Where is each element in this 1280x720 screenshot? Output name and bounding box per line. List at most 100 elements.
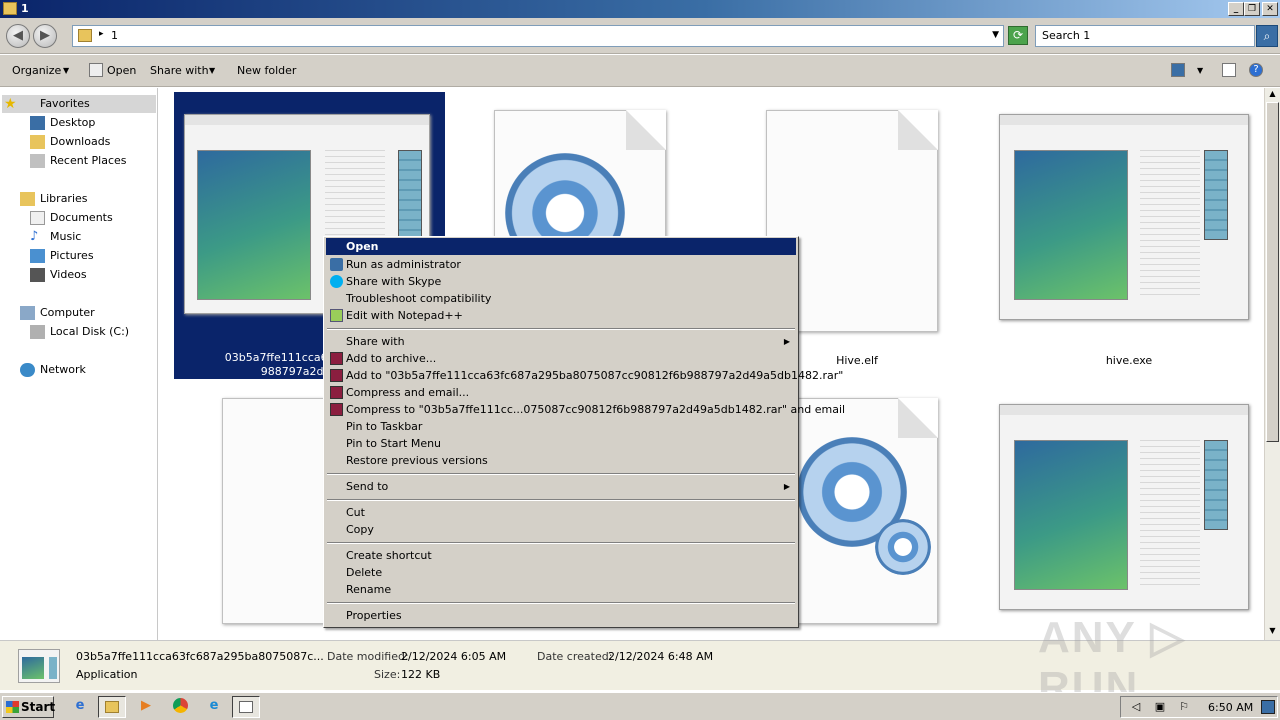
share-with-button[interactable]: Share with bbox=[150, 64, 209, 77]
menu-separator bbox=[327, 602, 795, 604]
menu-item-properties[interactable]: Properties bbox=[326, 607, 796, 624]
chrome-icon[interactable] bbox=[166, 696, 194, 718]
nav-label: Computer bbox=[40, 306, 95, 319]
preview-pane-icon[interactable] bbox=[1222, 63, 1236, 77]
new-folder-button[interactable]: New folder bbox=[237, 64, 296, 77]
back-button[interactable]: ◀ bbox=[6, 24, 30, 48]
refresh-icon[interactable]: ⟳ bbox=[1008, 26, 1028, 45]
chevron-right-icon[interactable]: ▸ bbox=[99, 29, 104, 39]
network-tray-icon[interactable]: ▣ bbox=[1153, 700, 1167, 714]
nav-label: Pictures bbox=[50, 249, 94, 262]
internet-explorer-icon[interactable]: e bbox=[66, 696, 94, 718]
system-tray: ◁ ▣ ⚐ bbox=[1120, 696, 1278, 718]
menu-item-delete[interactable]: Delete bbox=[326, 564, 796, 581]
nav-local-disk[interactable]: Local Disk (C:) bbox=[28, 323, 129, 341]
navigation-pane: ★ Favorites Desktop Downloads Recent Pla… bbox=[0, 88, 158, 640]
file-item[interactable] bbox=[994, 392, 1264, 640]
skype-icon bbox=[330, 275, 343, 288]
address-path: 1 bbox=[111, 29, 118, 42]
chevron-down-icon: ▼ bbox=[63, 66, 70, 75]
menu-item-add-to-rar[interactable]: Add to "03b5a7ffe111cca63fc687a295ba8075… bbox=[326, 367, 843, 384]
help-icon[interactable]: ? bbox=[1249, 63, 1263, 77]
detail-type: Application bbox=[76, 668, 138, 681]
menu-label: Create shortcut bbox=[346, 549, 432, 562]
application-window-icon bbox=[239, 700, 253, 713]
menu-item-compress-email[interactable]: Compress and email... bbox=[326, 384, 796, 401]
menu-item-run-as-admin[interactable]: Run as administrator bbox=[326, 256, 796, 273]
address-bar-row: ◀ ▶ ▸ 1 ▼ ⟳ Search 1 ⌕ bbox=[0, 18, 1280, 54]
file-item[interactable]: hive.exe bbox=[994, 92, 1264, 379]
context-menu: Open Run as administrator Share with Sky… bbox=[323, 236, 845, 628]
nav-libraries[interactable]: Libraries bbox=[18, 190, 88, 208]
nav-network[interactable]: Network bbox=[18, 361, 86, 379]
menu-separator bbox=[327, 328, 795, 330]
nav-label: Local Disk (C:) bbox=[50, 325, 130, 338]
address-field[interactable]: ▸ 1 ▼ bbox=[72, 25, 1004, 47]
menu-label: Pin to Start Menu bbox=[346, 437, 442, 450]
nav-favorites[interactable]: ★ Favorites bbox=[2, 95, 156, 113]
menu-label: Pin to Taskbar bbox=[346, 420, 423, 433]
chevron-down-icon[interactable]: ▼ bbox=[992, 30, 999, 40]
view-icon[interactable] bbox=[1171, 63, 1185, 77]
menu-item-notepad[interactable]: Edit with Notepad++ bbox=[326, 307, 796, 324]
downloads-folder-icon bbox=[30, 135, 45, 149]
scroll-up-icon[interactable]: ▲ bbox=[1266, 88, 1279, 101]
chevron-down-icon[interactable]: ▼ bbox=[1197, 66, 1203, 75]
taskbar: Start e ▶ e ◁ ▣ ⚐ 6:50 AM bbox=[0, 692, 1280, 720]
search-icon[interactable]: ⌕ bbox=[1256, 25, 1278, 47]
menu-label: Add to "03b5a7ffe111cca63fc687a295ba8075… bbox=[346, 369, 844, 382]
nav-videos[interactable]: Videos bbox=[28, 266, 87, 284]
folder-icon bbox=[105, 700, 119, 713]
organize-button[interactable]: Organize bbox=[12, 64, 61, 77]
network-icon bbox=[20, 363, 35, 377]
menu-item-cut[interactable]: Cut bbox=[326, 504, 796, 521]
media-player-icon[interactable]: ▶ bbox=[132, 696, 160, 718]
scrollbar-thumb[interactable] bbox=[1266, 102, 1279, 442]
menu-item-compress-to-rar-email[interactable]: Compress to "03b5a7ffe111cc...075087cc90… bbox=[326, 401, 845, 418]
menu-item-troubleshoot[interactable]: Troubleshoot compatibility bbox=[326, 290, 796, 307]
nav-recent-places[interactable]: Recent Places bbox=[28, 152, 127, 170]
nav-computer[interactable]: Computer bbox=[18, 304, 95, 322]
restore-button[interactable]: ❐ bbox=[1244, 2, 1260, 16]
title-bar: 1 _ ❐ ✕ bbox=[0, 0, 1280, 18]
open-icon bbox=[89, 63, 103, 77]
open-button[interactable]: Open bbox=[107, 64, 136, 77]
nav-music[interactable]: ♪ Music bbox=[28, 228, 81, 246]
show-desktop-icon[interactable] bbox=[1261, 700, 1275, 714]
search-input[interactable]: Search 1 bbox=[1035, 25, 1255, 47]
menu-item-add-archive[interactable]: Add to archive... bbox=[326, 350, 796, 367]
menu-item-restore-versions[interactable]: Restore previous versions bbox=[326, 452, 796, 469]
menu-item-open[interactable]: Open bbox=[326, 238, 796, 255]
menu-item-create-shortcut[interactable]: Create shortcut bbox=[326, 547, 796, 564]
menu-item-share-with[interactable]: Share with ▶ bbox=[326, 333, 796, 350]
menu-label: Restore previous versions bbox=[346, 454, 488, 467]
menu-item-rename[interactable]: Rename bbox=[326, 581, 796, 598]
menu-item-send-to[interactable]: Send to ▶ bbox=[326, 478, 796, 495]
edge-icon[interactable]: e bbox=[200, 696, 228, 718]
forward-button[interactable]: ▶ bbox=[33, 24, 57, 48]
vertical-scrollbar[interactable]: ▲ ▼ bbox=[1264, 88, 1280, 640]
close-button[interactable]: ✕ bbox=[1262, 2, 1278, 16]
folder-icon bbox=[78, 29, 92, 42]
menu-label: Compress and email... bbox=[346, 386, 470, 399]
app-taskbar-button[interactable] bbox=[232, 696, 260, 718]
menu-item-share-skype[interactable]: Share with Skype bbox=[326, 273, 796, 290]
nav-pictures[interactable]: Pictures bbox=[28, 247, 94, 265]
documents-icon bbox=[30, 211, 45, 225]
action-center-flag-icon[interactable]: ⚐ bbox=[1177, 700, 1191, 714]
volume-icon[interactable]: ◁ bbox=[1129, 700, 1143, 714]
menu-item-pin-taskbar[interactable]: Pin to Taskbar bbox=[326, 418, 796, 435]
windows-logo-icon bbox=[6, 701, 19, 713]
nav-label: Libraries bbox=[40, 192, 88, 205]
nav-documents[interactable]: Documents bbox=[28, 209, 113, 227]
nav-desktop[interactable]: Desktop bbox=[28, 114, 95, 132]
explorer-taskbar-button[interactable] bbox=[98, 696, 126, 718]
nav-label: Music bbox=[50, 230, 82, 243]
detail-date-modified: 2/12/2024 6:05 AM bbox=[401, 650, 507, 663]
start-button[interactable]: Start bbox=[2, 696, 55, 718]
minimize-button[interactable]: _ bbox=[1228, 2, 1244, 16]
nav-downloads[interactable]: Downloads bbox=[28, 133, 110, 151]
menu-label: Copy bbox=[346, 523, 374, 536]
menu-item-copy[interactable]: Copy bbox=[326, 521, 796, 538]
menu-item-pin-start[interactable]: Pin to Start Menu bbox=[326, 435, 796, 452]
